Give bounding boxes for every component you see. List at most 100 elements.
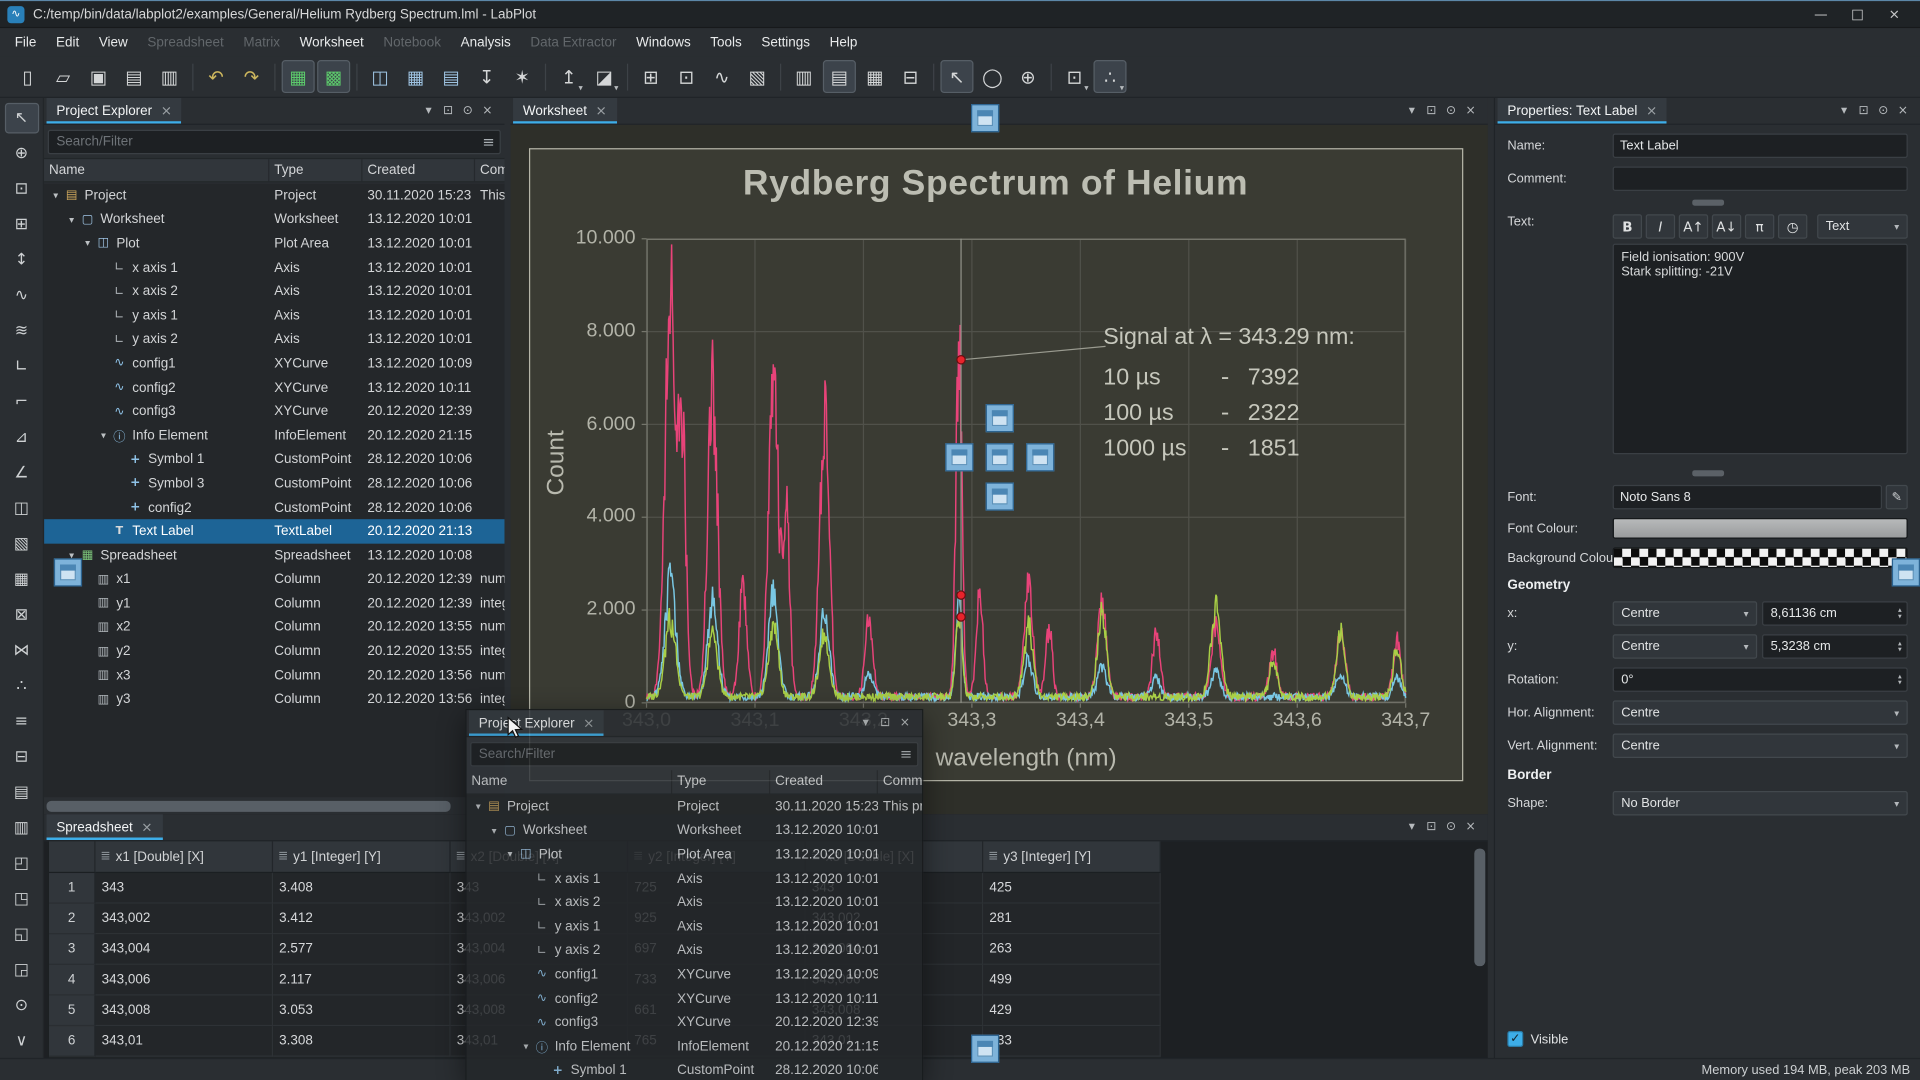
- apply-action-button[interactable]: ∴▾: [1093, 60, 1126, 93]
- new-spreadsheet-button[interactable]: ▦: [399, 60, 432, 93]
- float-tree-item-plot[interactable]: ▾◫PlotPlot Area13.12.2020 10:01: [467, 843, 923, 867]
- maximize-button[interactable]: □: [1839, 2, 1876, 26]
- tree-item-y1[interactable]: ▥y1Column20.12.2020 12:39integer da: [44, 592, 504, 616]
- menu-analysis[interactable]: Analysis: [451, 31, 521, 53]
- column-header-2[interactable]: ≣y1 [Integer] [Y]: [273, 841, 451, 873]
- comment-field[interactable]: [1613, 167, 1908, 191]
- vertical-layout-button[interactable]: ▥: [787, 60, 820, 93]
- splitter-handle[interactable]: [1692, 470, 1724, 476]
- tab-project-explorer[interactable]: Project Explorer ×: [47, 98, 182, 124]
- info-element-label[interactable]: Signal at λ = 343.29 nm: 10 µs-7392 100 …: [1103, 324, 1355, 466]
- dock-close-icon[interactable]: ×: [478, 104, 498, 117]
- add-plot-area-button[interactable]: ⊞: [634, 60, 667, 93]
- tree-item-info-element[interactable]: ▾ⓘInfo ElementInfoElement20.12.2020 21:1…: [44, 424, 504, 448]
- add-plot-button[interactable]: ⊞: [4, 209, 38, 240]
- horizontal-layout-button[interactable]: ▤: [823, 60, 856, 93]
- dock-float-icon[interactable]: ⊡: [438, 104, 458, 117]
- tab-close-icon[interactable]: ×: [1646, 103, 1657, 119]
- close-button[interactable]: ×: [1876, 2, 1913, 26]
- cell-r4c2[interactable]: 2.117: [273, 965, 451, 996]
- add-boxplot-button[interactable]: ∠: [4, 458, 38, 489]
- visible-checkbox[interactable]: ✓: [1507, 1031, 1523, 1047]
- new-notebook-button[interactable]: ◪▾: [588, 60, 621, 93]
- chevron-down-icon[interactable]: ▾: [49, 190, 62, 201]
- menu-windows[interactable]: Windows: [626, 31, 700, 53]
- tree-item-y-axis-2[interactable]: ∟y axis 2Axis13.12.2020 10:01: [44, 328, 504, 352]
- dock-drop-indicator-center-up[interactable]: [986, 404, 1014, 432]
- chevron-down-icon[interactable]: ▾: [97, 430, 110, 441]
- chevron-down-icon[interactable]: ▾: [81, 238, 94, 249]
- zoom-select-region-button[interactable]: ⊡: [670, 60, 703, 93]
- tab-close-icon[interactable]: ×: [141, 819, 152, 835]
- float-tree-item-info-element[interactable]: ▾ⓘInfo ElementInfoElement20.12.2020 21:1…: [467, 1035, 923, 1059]
- vertical-alignment-combobox[interactable]: Centre▾: [1613, 733, 1908, 757]
- new-worksheet-button[interactable]: ◫: [364, 60, 397, 93]
- menu-view[interactable]: View: [89, 31, 138, 53]
- add-data-reduction-button[interactable]: ≡: [4, 707, 38, 738]
- zoom-fit-page-button[interactable]: ▩: [317, 60, 350, 93]
- new-matrix-button[interactable]: ▤: [435, 60, 468, 93]
- dock-float-icon[interactable]: ⊡: [1422, 104, 1442, 117]
- select-edit-mode-button[interactable]: ↖: [940, 60, 973, 93]
- tab-close-icon[interactable]: ×: [161, 103, 172, 119]
- add-info-element-button[interactable]: ⊙: [4, 991, 38, 1022]
- add-correlation-button[interactable]: ◳: [4, 884, 38, 915]
- tree-item-project[interactable]: ▾▤ProjectProject30.11.2020 15:23This pro…: [44, 184, 504, 208]
- float-tree-item-project[interactable]: ▾▤ProjectProject30.11.2020 15:23This pro…: [467, 795, 923, 819]
- filter-icon[interactable]: ≡: [482, 133, 494, 150]
- cell-r5c1[interactable]: 343,008: [96, 996, 274, 1027]
- menu-notebook[interactable]: Notebook: [374, 31, 451, 53]
- float-tree-item-symbol-1[interactable]: +Symbol 1CustomPoint28.12.2020 10:06: [467, 1059, 923, 1080]
- float-tree-item-y-axis-1[interactable]: ∟y axis 1Axis13.12.2020 10:01: [467, 915, 923, 939]
- floating-search-input[interactable]: [470, 742, 918, 766]
- cell-r4c6[interactable]: 499: [983, 965, 1161, 996]
- superscript-button[interactable]: A↑: [1679, 214, 1708, 238]
- cell-r5c2[interactable]: 3.053: [273, 996, 451, 1027]
- x-position-spinbox[interactable]: 8,61136 cm▴▾: [1762, 601, 1908, 625]
- cell-r6c6[interactable]: 433: [983, 1026, 1161, 1057]
- cell-r3c2[interactable]: 2.577: [273, 934, 451, 965]
- tree-item-worksheet[interactable]: ▾▢WorksheetWorksheet13.12.2020 10:01: [44, 208, 504, 232]
- font-colour-swatch[interactable]: [1613, 518, 1908, 539]
- sheet-corner[interactable]: [49, 841, 96, 873]
- menu-matrix[interactable]: Matrix: [234, 31, 290, 53]
- floating-project-explorer[interactable]: Project Explorer × ▾⊡× ≡ Name Type Creat…: [465, 709, 923, 1080]
- tree-item-x1[interactable]: ▥x1Column20.12.2020 12:39numerical: [44, 568, 504, 592]
- dock-menu-icon[interactable]: ▾: [856, 716, 876, 729]
- x-anchor-combobox[interactable]: Centre▾: [1613, 601, 1757, 625]
- dock-close-icon[interactable]: ×: [1461, 820, 1481, 833]
- titlebar[interactable]: ∿ C:/temp/bin/data/labplot2/examples/Gen…: [0, 1, 1920, 28]
- row-header-3[interactable]: 3: [49, 934, 96, 965]
- italic-button[interactable]: I: [1646, 214, 1675, 238]
- insert-symbol-button[interactable]: π: [1745, 214, 1774, 238]
- menu-edit[interactable]: Edit: [46, 31, 89, 53]
- tree-item-config2[interactable]: +config2CustomPoint28.12.2020 10:06: [44, 496, 504, 520]
- add-image-button[interactable]: ▧: [4, 529, 38, 560]
- import-data-button[interactable]: ↧: [470, 60, 503, 93]
- dock-drop-indicator-bottom[interactable]: [971, 1035, 999, 1063]
- add-reference-range-button[interactable]: ◲: [4, 955, 38, 986]
- label-text-editor[interactable]: Field ionisation: 900V Stark splitting: …: [1613, 244, 1908, 455]
- cell-r3c1[interactable]: 343,004: [96, 934, 274, 965]
- add-interpolation-button[interactable]: ▥: [4, 813, 38, 844]
- add-fourier-filter-button[interactable]: ⋈: [4, 636, 38, 667]
- tree-item-y-axis-1[interactable]: ∟y axis 1Axis13.12.2020 10:01: [44, 304, 504, 328]
- minimize-button[interactable]: —: [1802, 2, 1839, 26]
- tree-item-symbol-3[interactable]: +Symbol 3CustomPoint28.12.2020 10:06: [44, 472, 504, 496]
- float-tree-item-x-axis-2[interactable]: ∟x axis 2Axis13.12.2020 10:01: [467, 891, 923, 915]
- toolbar-extension-button[interactable]: ∨: [4, 1026, 38, 1057]
- column-header-1[interactable]: ≣x1 [Double] [X]: [96, 841, 274, 873]
- tree-item-text-label[interactable]: TText LabelTextLabel20.12.2020 21:13: [44, 520, 504, 544]
- pan-button[interactable]: ↕: [4, 245, 38, 276]
- floating-tree-header[interactable]: Name Type Created Commen: [467, 770, 923, 794]
- chevron-down-icon[interactable]: ▾: [471, 801, 484, 812]
- cell-r2c1[interactable]: 343,002: [96, 904, 274, 935]
- cell-r6c1[interactable]: 343,01: [96, 1026, 274, 1057]
- navigate-mode-button[interactable]: ◯: [976, 60, 1009, 93]
- dock-pin-icon[interactable]: ⊙: [1441, 104, 1461, 117]
- add-matrix-button[interactable]: ▦: [4, 564, 38, 595]
- chevron-down-icon[interactable]: ▾: [65, 214, 78, 225]
- tab-close-icon[interactable]: ×: [596, 103, 607, 119]
- subscript-button[interactable]: A↓: [1712, 214, 1741, 238]
- dock-drop-indicator-center-down[interactable]: [986, 482, 1014, 510]
